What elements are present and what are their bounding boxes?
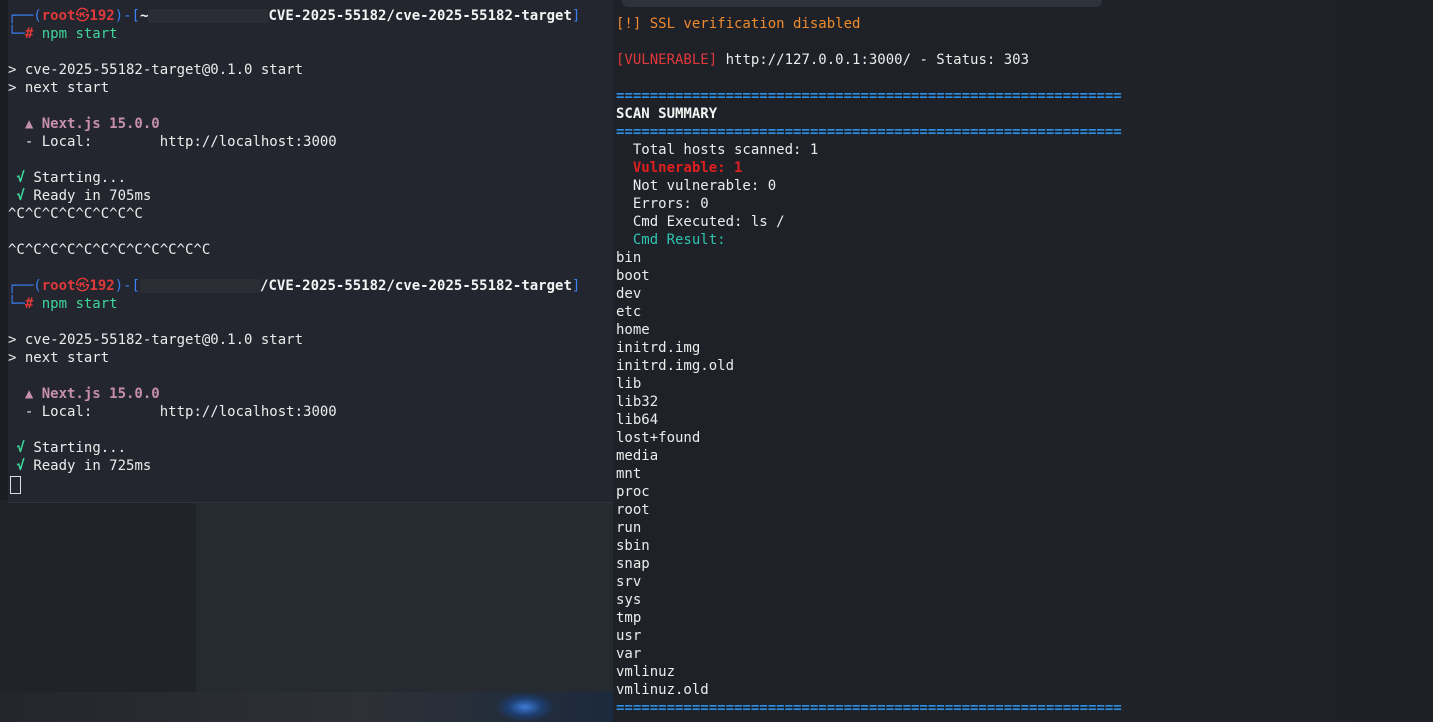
left-terminal-window[interactable]: ┌──(root㉿192)-[~ CVE-2025-55182/cve-2025-… <box>8 0 613 503</box>
ssl-warning: [!] SSL verification disabled <box>616 16 861 32</box>
output-line: > cve-2025-55182-target@0.1.0 start <box>8 62 304 78</box>
summary-title: SCAN SUMMARY <box>616 106 718 122</box>
prompt-user: root <box>41 278 76 294</box>
directory-entry: root <box>616 502 650 518</box>
terminal-cursor[interactable] <box>10 476 21 494</box>
local-url[interactable]: http://localhost:3000 <box>160 134 337 150</box>
prompt-skull-icon: ㉿ <box>75 278 90 294</box>
ctrl-c-line: ^C^C^C^C^C^C^C^C <box>8 206 143 222</box>
vulnerable-count: Vulnerable: 1 <box>632 160 743 176</box>
prompt-user: root <box>41 8 76 24</box>
directory-entry: mnt <box>616 466 642 482</box>
ready-text: Ready in 725ms <box>33 458 152 474</box>
nextjs-label: ▲ Next.js 15.0.0 <box>24 386 160 402</box>
command-text: npm start <box>41 296 118 312</box>
directory-entry: srv <box>616 574 642 590</box>
background-window-sidebar <box>0 500 197 692</box>
total-hosts: Total hosts scanned: 1 <box>632 142 819 158</box>
prompt-host: 192 <box>89 278 115 294</box>
starting-text: Starting... <box>33 440 127 456</box>
starting-text: Starting... <box>33 170 127 186</box>
separator: ========================================… <box>616 124 1122 140</box>
check-icon: √ <box>16 188 25 204</box>
redacted-path <box>148 9 269 23</box>
vulnerable-result: http://127.0.0.1:3000/ - Status: 303 <box>717 52 1030 68</box>
local-label: - Local: <box>24 134 93 150</box>
separator: ========================================… <box>616 700 1122 716</box>
errors-count: Errors: 0 <box>632 196 709 212</box>
directory-entry: lib <box>616 376 642 392</box>
right-terminal-window[interactable]: [!] SSL verification disabled [VULNERABL… <box>613 0 1122 722</box>
command-line: └─# npm start <box>8 296 118 312</box>
check-icon: √ <box>16 440 25 456</box>
command-line: └─# npm start <box>8 26 118 42</box>
directory-entry: bin <box>616 250 642 266</box>
directory-entry: initrd.img.old <box>616 358 735 374</box>
directory-entry: sbin <box>616 538 650 554</box>
ctrl-c-line: ^C^C^C^C^C^C^C^C^C^C^C^C <box>8 242 211 258</box>
output-line: > cve-2025-55182-target@0.1.0 start <box>8 332 304 348</box>
prompt-host: 192 <box>89 8 115 24</box>
vulnerable-tag: [VULNERABLE] <box>616 52 718 68</box>
directory-entry: media <box>616 448 659 464</box>
output-line: > next start <box>8 80 110 96</box>
directory-entry: initrd.img <box>616 340 701 356</box>
directory-entry: dev <box>616 286 642 302</box>
ready-text: Ready in 705ms <box>33 188 152 204</box>
terminal-top-bar <box>622 0 1102 7</box>
prompt-line: ┌──(root㉿192)-[~ CVE-2025-55182/cve-2025-… <box>8 8 581 24</box>
directory-entry: lib64 <box>616 412 659 428</box>
directory-entry: usr <box>616 628 642 644</box>
not-vulnerable-count: Not vulnerable: 0 <box>632 178 777 194</box>
cmd-result-label: Cmd Result: <box>632 232 726 248</box>
prompt-path-prefix: ~ <box>140 8 149 24</box>
directory-entry: tmp <box>616 610 642 626</box>
nextjs-label: ▲ Next.js 15.0.0 <box>24 116 160 132</box>
directory-entry: snap <box>616 556 650 572</box>
check-icon: √ <box>16 170 25 186</box>
directory-entry: etc <box>616 304 642 320</box>
directory-entry: run <box>616 520 642 536</box>
directory-entry: sys <box>616 592 642 608</box>
directory-entry: vmlinuz.old <box>616 682 709 698</box>
separator: ========================================… <box>616 88 1122 104</box>
prompt-path: /CVE-2025-55182/cve-2025-55182-target <box>260 278 572 294</box>
wallpaper-glow <box>495 692 555 722</box>
cmd-executed: Cmd Executed: ls / <box>632 214 785 230</box>
output-line: > next start <box>8 350 110 366</box>
directory-entry: lost+found <box>616 430 701 446</box>
directory-entry: var <box>616 646 642 662</box>
directory-entry: boot <box>616 268 650 284</box>
directory-entry: proc <box>616 484 650 500</box>
directory-listing: bin boot dev etc home initrd.img initrd.img.ol… <box>616 249 1103 699</box>
prompt-line: ┌──(root㉿192)-[/CVE-2025-55182/cve-2025-… <box>8 278 581 294</box>
redacted-path <box>140 279 261 293</box>
prompt-skull-icon: ㉿ <box>75 8 90 24</box>
background-window-pane <box>196 500 613 692</box>
local-url[interactable]: http://localhost:3000 <box>160 404 337 420</box>
directory-entry: home <box>616 322 650 338</box>
check-icon: √ <box>16 458 25 474</box>
local-label: - Local: <box>24 404 93 420</box>
prompt-path: CVE-2025-55182/cve-2025-55182-target <box>268 8 572 24</box>
directory-entry: lib32 <box>616 394 659 410</box>
directory-entry: vmlinuz <box>616 664 676 680</box>
command-text: npm start <box>41 26 118 42</box>
